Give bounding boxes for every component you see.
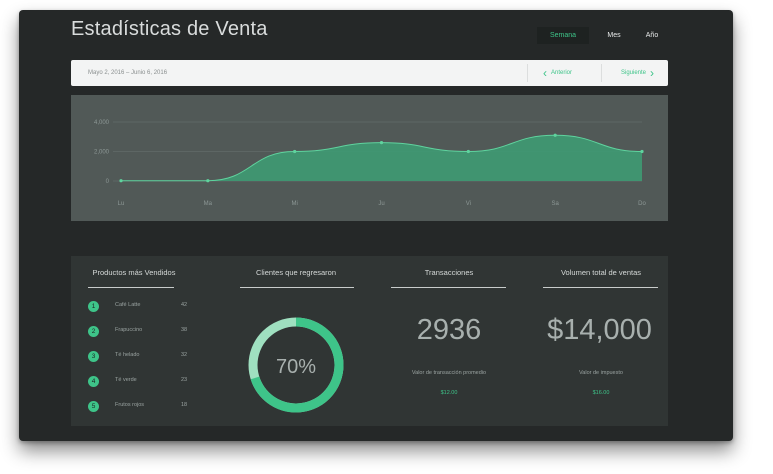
product-count: 38 <box>181 327 188 333</box>
next-label: Siguiente <box>621 70 647 76</box>
rank-badge: 2 <box>88 326 99 337</box>
x-tick-label: Ma <box>204 201 213 207</box>
data-point <box>466 149 470 154</box>
divider <box>88 287 174 288</box>
tax-value: $16.00 <box>592 390 610 396</box>
divider <box>391 287 506 288</box>
date-range-bar: Mayo 2, 2016 – Junio 6, 2016 ‹ Anterior S… <box>71 60 668 86</box>
product-name: Frutos rojos <box>115 402 145 408</box>
product-name: Té verde <box>115 377 137 383</box>
product-count: 18 <box>181 402 188 408</box>
sales-chart: 0 2,000 4,000 Lu Ma Mi Ju Vi Sa Do <box>71 95 668 221</box>
divider <box>527 64 528 82</box>
transactions-value: 2936 <box>416 314 482 346</box>
rank-badge: 5 <box>88 401 99 412</box>
data-point <box>293 149 297 154</box>
rank-badge: 3 <box>88 351 99 362</box>
app-window: Estadísticas de Venta Semana Mes Año May… <box>19 10 733 441</box>
rank-badge: 4 <box>88 376 99 387</box>
divider <box>601 64 602 82</box>
chevron-left-icon: ‹ <box>543 66 547 80</box>
product-name: Café Latte <box>115 302 141 308</box>
y-tick-label: 0 <box>106 179 110 185</box>
stats-panel: Productos más Vendidos 1 Café Latte 42 2… <box>71 256 668 426</box>
avg-transaction-value: $12.00 <box>440 390 458 396</box>
returning-percent: 70% <box>276 356 316 378</box>
period-button-week[interactable]: Semana <box>537 27 589 44</box>
product-name: Té helado <box>115 352 140 358</box>
period-button-year[interactable]: Año <box>637 27 667 44</box>
data-point <box>379 141 384 145</box>
previous-button[interactable]: ‹ Anterior <box>543 60 576 86</box>
period-button-month[interactable]: Mes <box>599 27 629 44</box>
data-point <box>119 179 123 183</box>
x-tick-label: Lu <box>118 201 125 207</box>
chevron-right-icon: › <box>650 66 655 80</box>
avg-transaction-label: Valor de transacción promedio <box>411 370 487 376</box>
returning-donut-chart: 70% <box>248 317 344 413</box>
date-range-label: Mayo 2, 2016 – Junio 6, 2016 <box>88 70 168 76</box>
x-tick-label: Sa <box>551 201 559 207</box>
product-name: Frapuccino <box>115 327 143 333</box>
x-tick-label: Do <box>638 201 646 207</box>
product-count: 32 <box>181 352 188 358</box>
data-point <box>640 149 644 154</box>
x-tick-label: Vi <box>466 201 471 207</box>
page-title: Estadísticas de Venta <box>71 18 268 40</box>
tax-label: Valor de impuesto <box>579 370 623 376</box>
y-tick-label: 2,000 <box>94 150 110 156</box>
product-count: 42 <box>181 302 188 308</box>
data-point <box>206 179 210 183</box>
product-count: 23 <box>181 377 188 383</box>
previous-label: Anterior <box>551 70 573 76</box>
total-volume-title: Volumen total de ventas <box>560 268 642 277</box>
x-tick-label: Ju <box>378 201 384 207</box>
divider <box>240 287 354 288</box>
y-tick-label: 4,000 <box>94 120 110 126</box>
x-tick-label: Mi <box>291 201 297 207</box>
next-button[interactable]: Siguiente › <box>617 60 654 86</box>
returning-customers-title: Clientes que regresaron <box>255 268 337 277</box>
transactions-title: Transacciones <box>424 268 474 277</box>
divider <box>543 287 658 288</box>
area-chart-svg: 0 2,000 4,000 Lu Ma Mi Ju Vi Sa Do <box>94 120 647 207</box>
rank-badge: 1 <box>88 301 99 312</box>
data-point <box>553 133 557 137</box>
top-products-title: Productos más Vendidos <box>92 268 176 277</box>
total-volume-value: $14,000 <box>547 314 652 346</box>
